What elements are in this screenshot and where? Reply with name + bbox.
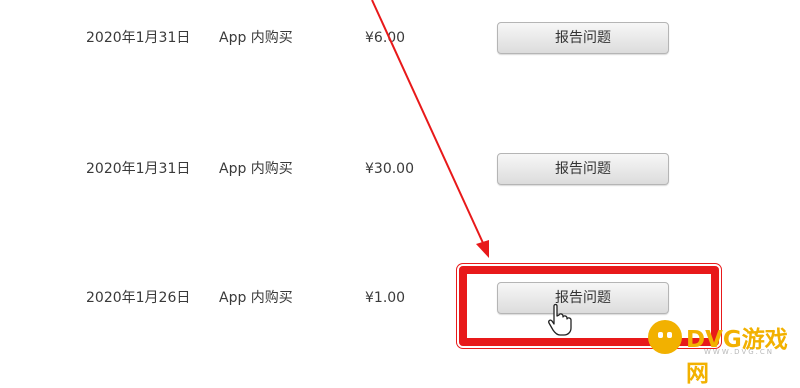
gamepad-icon xyxy=(648,320,682,354)
annotation-overlay xyxy=(371,0,572,336)
watermark-subtext: WWW.DVG.CN xyxy=(704,348,775,356)
arrow-line xyxy=(371,0,484,244)
arrow-head xyxy=(476,240,489,258)
watermark-logo: DVG游戏网 WWW.DVG.CN xyxy=(638,318,800,387)
hand-cursor-icon xyxy=(548,303,572,336)
